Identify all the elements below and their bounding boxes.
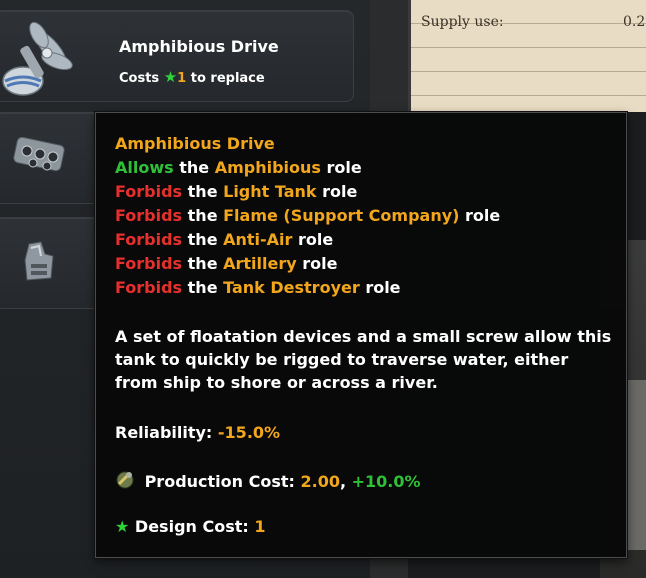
star-icon: ★ [115, 517, 130, 536]
propeller-icon [1, 15, 81, 105]
forbidden-role-line: Forbids the Tank Destroyer role [115, 278, 401, 297]
module-tooltip: Amphibious Drive Allows the Amphibious r… [95, 112, 627, 558]
role-name: Amphibious [214, 158, 321, 177]
module-description: A set of floatation devices and a small … [115, 327, 612, 392]
forbids-verb: Forbids [115, 182, 183, 201]
design-cost-value: 1 [254, 517, 266, 536]
role-suffix: role [322, 182, 358, 201]
role-name: Anti-Air [223, 230, 293, 249]
engine-block-icon [13, 136, 67, 181]
forbidden-role-line: Forbids the Artillery role [115, 254, 337, 273]
forbids-verb: Forbids [115, 230, 183, 249]
stats-paper: Supply use: 0.2 [408, 0, 646, 112]
star-icon: ★ [163, 68, 178, 86]
forbidden-role-line: Forbids the Anti-Air role [115, 230, 333, 249]
supply-use-label: Supply use: [421, 14, 504, 30]
production-cost-delta: +10.0% [351, 472, 421, 491]
role-suffix: role [298, 230, 334, 249]
article: the [187, 206, 218, 225]
production-cost-value: 2.00 [300, 472, 340, 491]
article: the [187, 254, 218, 273]
forbidden-role-line: Forbids the Flame (Support Company) role [115, 206, 500, 225]
article: the [187, 278, 218, 297]
module-title: Amphibious Drive [119, 37, 279, 56]
module-replace-cost: Costs ★1 to replace [119, 68, 265, 86]
design-cost-line: ★ Design Cost: 1 [115, 517, 266, 536]
role-name: Tank Destroyer [223, 278, 360, 297]
forbids-verb: Forbids [115, 278, 183, 297]
design-cost-label: Design Cost: [134, 517, 249, 536]
production-cost-separator: , [339, 472, 347, 491]
turret-part-icon [19, 238, 59, 288]
role-suffix: role [465, 206, 501, 225]
tank-preview-detail [628, 380, 646, 550]
role-name: Light Tank [223, 182, 317, 201]
cost-prefix: Costs [119, 71, 160, 86]
article: the [187, 182, 218, 201]
allows-verb: Allows [115, 158, 174, 177]
forbidden-role-line: Forbids the Light Tank role [115, 182, 357, 201]
production-cost-label: Production Cost: [144, 472, 295, 491]
reliability-value: -15.0% [217, 423, 281, 442]
forbids-verb: Forbids [115, 206, 183, 225]
article: the [187, 230, 218, 249]
production-cost-line: Production Cost: 2.00, +10.0% [115, 470, 421, 494]
reliability-label: Reliability: [115, 423, 213, 442]
article: the [179, 158, 210, 177]
cost-value: 1 [177, 71, 187, 86]
forbids-verb: Forbids [115, 254, 183, 273]
role-suffix: role [326, 158, 362, 177]
role-suffix: role [365, 278, 401, 297]
supply-use-value: 0.2 [623, 14, 646, 30]
production-cost-icon [115, 470, 135, 494]
tooltip-title: Amphibious Drive [115, 134, 275, 153]
reliability-line: Reliability: -15.0% [115, 423, 280, 442]
cost-suffix: to replace [190, 71, 265, 86]
allowed-role-line: Allows the Amphibious role [115, 158, 362, 177]
role-suffix: role [302, 254, 338, 273]
module-slot-amphibious-drive[interactable]: Amphibious Drive Costs ★1 to replace [0, 10, 354, 102]
role-name: Artillery [223, 254, 297, 273]
role-name: Flame (Support Company) [223, 206, 460, 225]
